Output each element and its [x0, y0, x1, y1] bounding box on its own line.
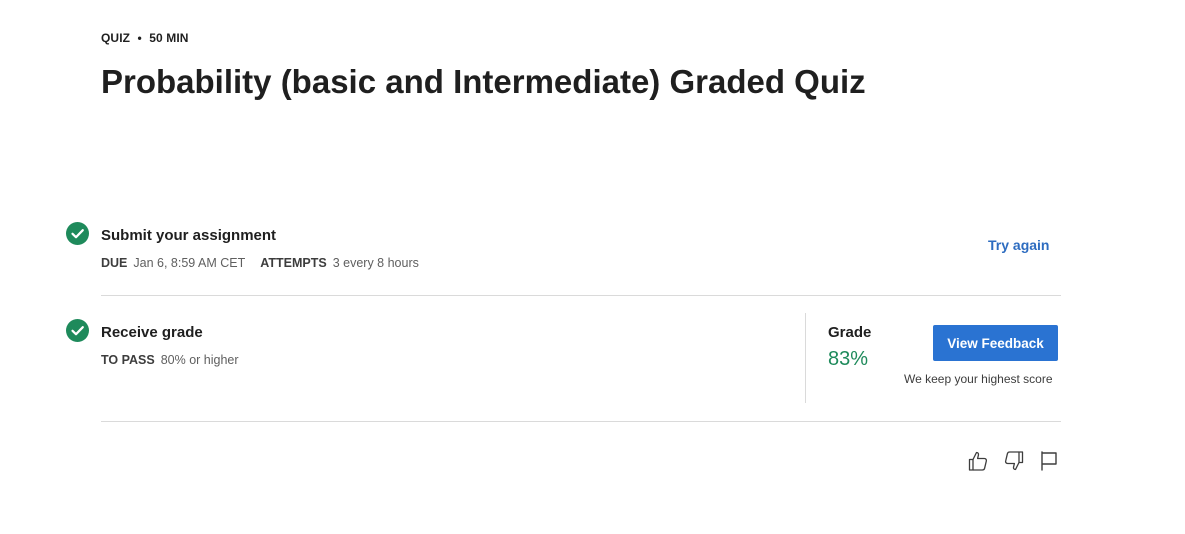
attempts-value: 3 every 8 hours [332, 256, 419, 270]
quiz-meta: QUIZ • 50 MIN [101, 31, 189, 45]
submit-step-details: DUE Jan 6, 8:59 AM CET ATTEMPTS 3 every 8 h… [101, 256, 419, 270]
vertical-divider [805, 313, 806, 403]
highest-score-note: We keep your highest score [904, 372, 1053, 386]
quiz-duration: 50 MIN [149, 31, 189, 45]
try-again-link[interactable]: Try again [988, 237, 1049, 253]
divider [101, 421, 1061, 422]
submit-step-title: Submit your assignment [101, 227, 277, 244]
grade-value: 83% [828, 348, 869, 370]
meta-separator: • [137, 31, 142, 45]
thumbs-up-icon[interactable] [966, 449, 990, 473]
divider [101, 295, 1061, 296]
grade-step-title: Receive grade [101, 324, 203, 341]
grade-label: Grade [828, 324, 872, 341]
to-pass-value: 80% or higher [160, 353, 239, 367]
quiz-page: QUIZ • 50 MIN Probability (basic and Int… [0, 0, 1185, 534]
thumbs-down-icon[interactable] [1002, 449, 1026, 473]
grade-step-details: TO PASS 80% or higher [101, 353, 239, 367]
view-feedback-button[interactable]: View Feedback [933, 325, 1058, 361]
flag-icon[interactable] [1037, 449, 1061, 473]
to-pass-label: TO PASS [101, 353, 155, 367]
submit-check-icon [66, 222, 89, 245]
due-value: Jan 6, 8:59 AM CET [133, 256, 246, 270]
due-label: DUE [101, 256, 128, 270]
grade-check-icon [66, 319, 89, 342]
attempts-label: ATTEMPTS [260, 256, 327, 270]
quiz-type-label: QUIZ [101, 31, 131, 45]
page-title: Probability (basic and Intermediate) Gra… [101, 63, 866, 100]
